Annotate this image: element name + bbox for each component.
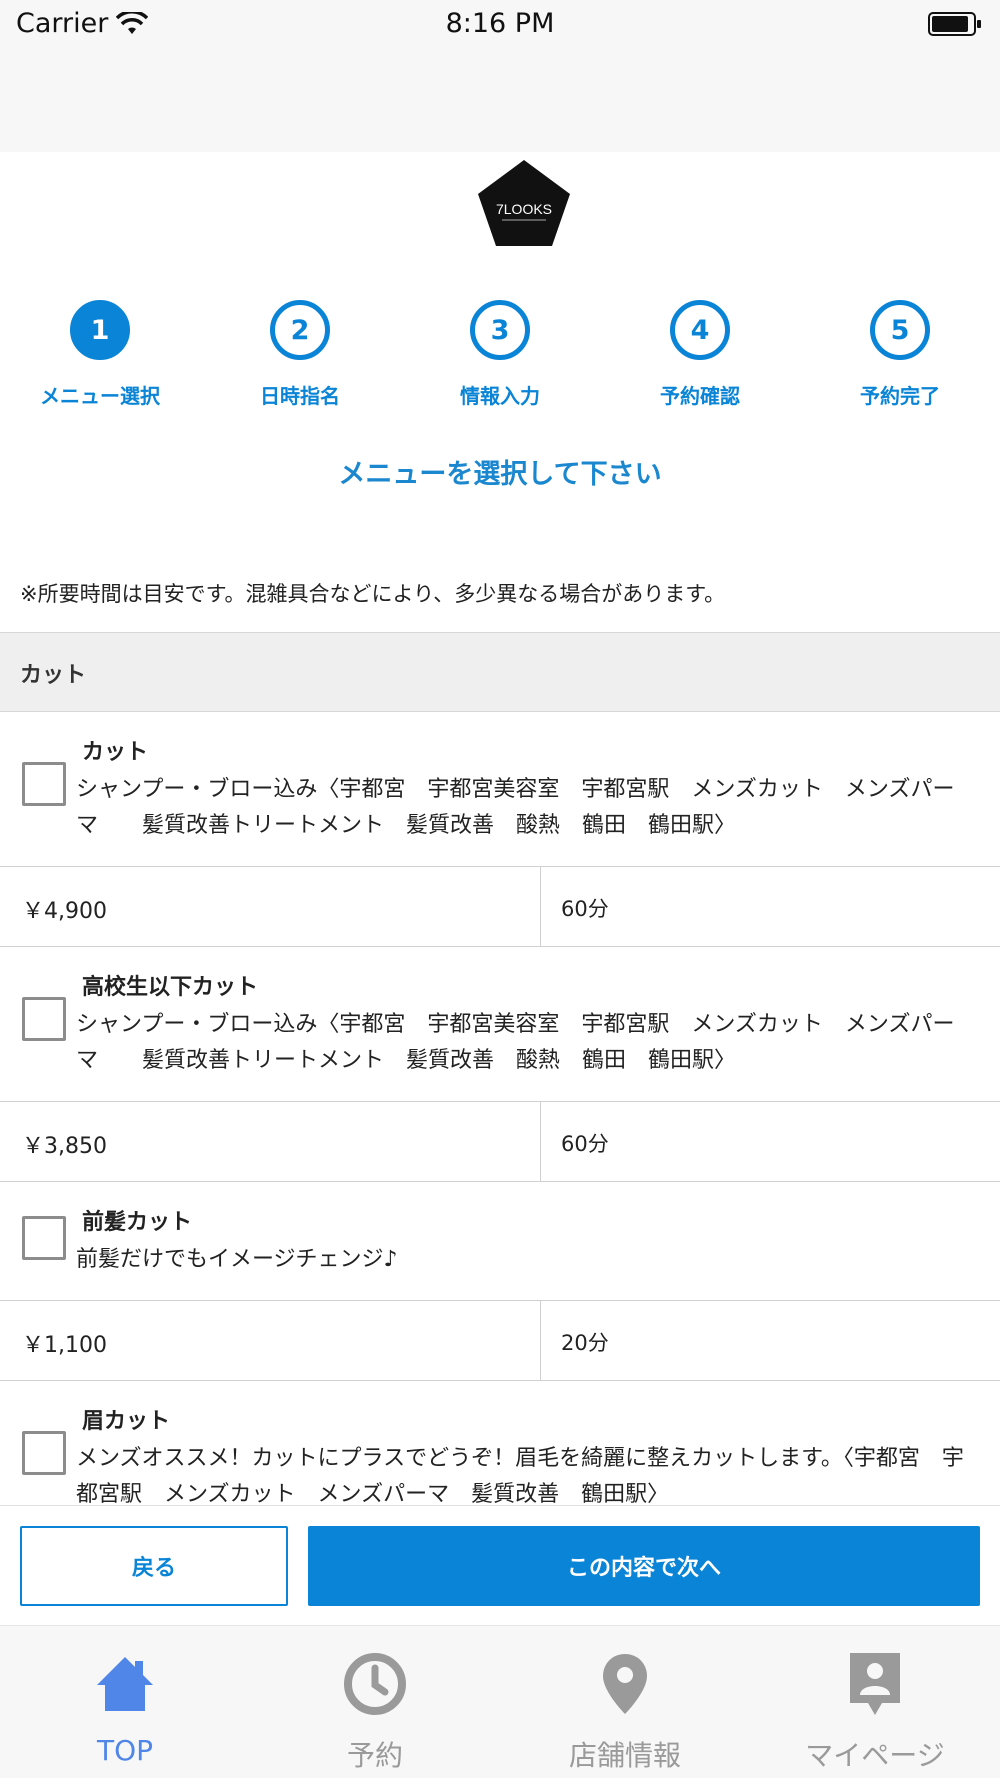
menu-item-description: 前髪だけでもイメージチェンジ♪ <box>76 1247 398 1272</box>
tab-mypage[interactable]: マイページ <box>750 1626 1000 1778</box>
step-label: メニュー選択 <box>40 384 160 408</box>
step-circle: 5 <box>870 300 930 360</box>
menu-checkbox[interactable] <box>22 762 66 806</box>
menu-item-duration: 60分 <box>561 897 609 921</box>
menu-checkbox[interactable] <box>22 997 66 1041</box>
menu-item: カット シャンプー・ブロー込み〈宇都宮 宇都宮美容室 宇都宮駅 メンズカット メ… <box>0 712 1000 947</box>
status-bar: Carrier 8:16 PM <box>0 0 1000 52</box>
menu-list[interactable]: カット シャンプー・ブロー込み〈宇都宮 宇都宮美容室 宇都宮駅 メンズカット メ… <box>0 712 1000 1505</box>
action-bar: 戻る この内容で次へ <box>0 1505 1000 1625</box>
tab-label: 店舗情報 <box>568 1739 681 1772</box>
step-label: 予約完了 <box>860 384 940 408</box>
back-button[interactable]: 戻る <box>20 1526 288 1606</box>
menu-item: 眉カット メンズオススメ！カットにプラスでどうぞ！眉毛を綺麗に整えカットします。… <box>0 1381 1000 1505</box>
navigation-bar <box>0 52 1000 152</box>
menu-item-description: シャンプー・ブロー込み〈宇都宮 宇都宮美容室 宇都宮駅 メンズカット メンズパー… <box>76 777 955 838</box>
menu-item-name: 眉カット <box>82 1409 171 1434</box>
step-5: 5 予約完了 <box>800 300 1000 409</box>
step-1: 1 メニュー選択 <box>0 300 200 409</box>
category-header: カット <box>0 632 1000 712</box>
tab-store-info[interactable]: 店舗情報 <box>500 1626 750 1778</box>
map-pin-icon <box>589 1648 661 1720</box>
duration-note: ※所要時間は目安です。混雑具合などにより、多少異なる場合があります。 <box>20 582 726 606</box>
status-time: 8:16 PM <box>445 8 555 39</box>
tab-label: TOP <box>96 1734 154 1767</box>
step-circle: 3 <box>470 300 530 360</box>
step-circle: 4 <box>670 300 730 360</box>
page-title: メニューを選択して下さい <box>338 459 662 490</box>
menu-checkbox[interactable] <box>22 1431 66 1475</box>
menu-item-meta: ￥1,100 20分 <box>0 1300 1000 1380</box>
tab-top[interactable]: TOP <box>0 1626 250 1778</box>
menu-item-price: ￥3,850 <box>0 1102 541 1181</box>
menu-item-name: 前髪カット <box>82 1210 193 1235</box>
menu-item-duration: 20分 <box>561 1331 609 1355</box>
tab-label: マイページ <box>805 1739 945 1772</box>
menu-item-price: ￥4,900 <box>0 867 541 946</box>
menu-item-description: シャンプー・ブロー込み〈宇都宮 宇都宮美容室 宇都宮駅 メンズカット メンズパー… <box>76 1012 955 1073</box>
menu-item-header[interactable]: 前髪カット 前髪だけでもイメージチェンジ♪ <box>0 1182 1000 1300</box>
menu-item-header[interactable]: 高校生以下カット シャンプー・ブロー込み〈宇都宮 宇都宮美容室 宇都宮駅 メンズ… <box>0 947 1000 1101</box>
shop-logo: 7LOOKS <box>474 158 574 250</box>
menu-item-duration: 60分 <box>561 1132 609 1156</box>
profile-icon <box>839 1648 911 1720</box>
next-button[interactable]: この内容で次へ <box>308 1526 980 1606</box>
menu-item-name: カット <box>82 740 149 765</box>
progress-steps: 1 メニュー選択 2 日時指名 3 情報入力 4 予約確認 5 予約完了 <box>0 300 1000 420</box>
tab-reservation[interactable]: 予約 <box>250 1626 500 1778</box>
step-circle: 2 <box>270 300 330 360</box>
menu-item: 前髪カット 前髪だけでもイメージチェンジ♪ ￥1,100 20分 <box>0 1182 1000 1381</box>
step-circle: 1 <box>70 300 130 360</box>
step-label: 情報入力 <box>460 384 540 408</box>
menu-item: 高校生以下カット シャンプー・ブロー込み〈宇都宮 宇都宮美容室 宇都宮駅 メンズ… <box>0 947 1000 1182</box>
step-2: 2 日時指名 <box>200 300 400 409</box>
step-label: 予約確認 <box>660 384 740 408</box>
menu-checkbox[interactable] <box>22 1216 66 1260</box>
logo-text: 7LOOKS <box>496 201 552 217</box>
menu-item-header[interactable]: 眉カット メンズオススメ！カットにプラスでどうぞ！眉毛を綺麗に整えカットします。… <box>0 1381 1000 1505</box>
menu-item-meta: ￥4,900 60分 <box>0 866 1000 946</box>
menu-item-description: メンズオススメ！カットにプラスでどうぞ！眉毛を綺麗に整えカットします。〈宇都宮 … <box>76 1446 964 1505</box>
step-3: 3 情報入力 <box>400 300 600 409</box>
clock-icon <box>339 1648 411 1720</box>
tab-bar: TOP 予約 店舗情報 マイページ <box>0 1625 1000 1778</box>
step-label: 日時指名 <box>260 384 340 408</box>
step-4: 4 予約確認 <box>600 300 800 409</box>
battery-icon <box>928 12 982 40</box>
menu-item-meta: ￥3,850 60分 <box>0 1101 1000 1181</box>
menu-item-name: 高校生以下カット <box>82 975 259 1000</box>
menu-item-price: ￥1,100 <box>0 1301 541 1380</box>
home-icon <box>89 1648 161 1720</box>
menu-item-header[interactable]: カット シャンプー・ブロー込み〈宇都宮 宇都宮美容室 宇都宮駅 メンズカット メ… <box>0 712 1000 866</box>
tab-label: 予約 <box>346 1739 403 1772</box>
